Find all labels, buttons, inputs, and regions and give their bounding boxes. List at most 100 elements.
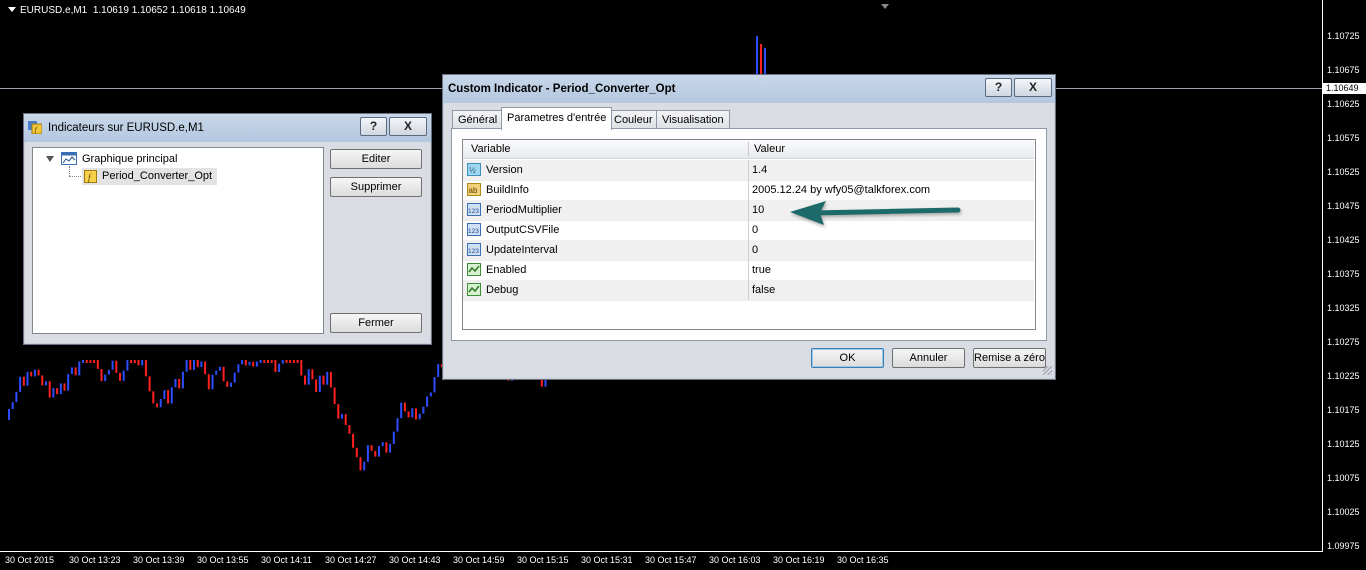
candle	[760, 44, 762, 74]
help-button[interactable]: ?	[360, 117, 387, 136]
candle	[403, 402, 406, 412]
parameter-value[interactable]: 0	[752, 220, 758, 240]
candle	[341, 414, 343, 419]
candle	[422, 406, 425, 414]
reset-button[interactable]: Remise a zéro	[973, 348, 1046, 368]
ok-button[interactable]: OK	[811, 348, 884, 368]
custom-dialog-titlebar[interactable]: Custom Indicator - Period_Converter_Opt …	[443, 75, 1055, 103]
parameter-value[interactable]: 10	[752, 200, 764, 220]
price-tick-label: 1.10375	[1327, 269, 1360, 279]
parameter-row[interactable]: Debug false	[463, 280, 1034, 301]
help-button[interactable]: ?	[985, 78, 1012, 97]
tree-item-selected[interactable]: f Period_Converter_Opt	[82, 168, 217, 185]
parameter-name-cell[interactable]: ab BuildInfo	[463, 180, 749, 200]
tree-connector	[69, 166, 71, 176]
price-tick-label: 1.10275	[1327, 337, 1360, 347]
current-price-label: 1.10649	[1323, 83, 1366, 94]
parameter-value[interactable]: 0	[752, 240, 758, 260]
parameter-value[interactable]: 1.4	[752, 160, 767, 180]
tab-input-parameters[interactable]: Parametres d'entrée	[501, 107, 613, 130]
indicator-tree[interactable]: Graphique principal f Period_Converter_O…	[32, 147, 324, 334]
time-axis[interactable]	[0, 551, 1322, 552]
int-type-icon: 123	[467, 203, 481, 216]
candle	[189, 360, 192, 370]
tab-general[interactable]: Général	[452, 110, 504, 129]
svg-text:½: ½	[469, 166, 476, 175]
candle	[270, 360, 273, 363]
price-tick-label: 1.10625	[1327, 99, 1360, 109]
expand-triangle-icon[interactable]	[46, 156, 54, 162]
parameter-row[interactable]: ½ Version 1.4	[463, 160, 1034, 181]
time-tick-label: 30 Oct 13:39	[133, 555, 185, 565]
close-window-button[interactable]: Fermer	[330, 313, 422, 333]
candle	[193, 360, 195, 370]
parameter-name-cell[interactable]: Debug	[463, 280, 749, 300]
candle	[163, 390, 166, 399]
candle	[437, 364, 440, 378]
candle	[764, 48, 766, 74]
candle	[359, 457, 362, 471]
tree-root-label[interactable]: Graphique principal	[82, 153, 177, 165]
column-header-variable[interactable]: Variable	[471, 140, 511, 158]
edit-button[interactable]: Editer	[330, 149, 422, 169]
parameter-row[interactable]: Enabled true	[463, 260, 1034, 281]
cancel-button[interactable]: Annuler	[892, 348, 965, 368]
candle	[15, 391, 18, 403]
chart-shift-marker-icon[interactable]	[881, 4, 889, 9]
candle	[52, 388, 55, 398]
candle	[33, 369, 36, 377]
candle	[85, 360, 88, 363]
price-tick-label: 1.10425	[1327, 235, 1360, 245]
candle	[148, 376, 151, 392]
candle	[392, 431, 395, 444]
candle	[348, 425, 351, 434]
parameter-name-cell[interactable]: 123 UpdateInterval	[463, 240, 749, 260]
time-tick-label: 30 Oct 16:19	[773, 555, 825, 565]
tab-colors[interactable]: Couleur	[608, 110, 659, 129]
parameter-name-cell[interactable]: 123 PeriodMultiplier	[463, 200, 749, 220]
parameter-value[interactable]: false	[752, 280, 775, 300]
int-type-icon: 123	[467, 243, 481, 256]
parameter-name-cell[interactable]: ½ Version	[463, 160, 749, 180]
time-tick-label: 30 Oct 15:31	[581, 555, 633, 565]
candle	[45, 381, 47, 386]
column-header-value[interactable]: Valeur	[754, 140, 785, 158]
price-tick-label: 1.10025	[1327, 507, 1360, 517]
price-tick-label: 1.10125	[1327, 439, 1360, 449]
parameter-name: OutputCSVFile	[486, 224, 560, 236]
candle	[326, 371, 329, 385]
price-tick-label: 1.10725	[1327, 31, 1360, 41]
indicators-app-icon: f	[28, 121, 43, 135]
candle	[93, 360, 96, 363]
close-button[interactable]: X	[389, 117, 427, 136]
candle	[322, 375, 325, 385]
candle	[78, 361, 81, 376]
resize-grip-icon[interactable]	[1043, 366, 1052, 375]
candle	[540, 379, 543, 387]
string-type-icon: ab	[467, 183, 481, 196]
column-divider[interactable]	[748, 142, 749, 156]
parameter-name-cell[interactable]: Enabled	[463, 260, 749, 280]
close-button[interactable]: X	[1014, 78, 1052, 97]
candle	[152, 391, 155, 404]
parameter-name-cell[interactable]: 123 OutputCSVFile	[463, 220, 749, 240]
candle	[366, 445, 369, 462]
candle	[278, 363, 281, 373]
delete-button[interactable]: Supprimer	[330, 177, 422, 197]
indicators-window-titlebar[interactable]: f Indicateurs sur EURUSD.e,M1 ? X	[24, 114, 431, 142]
tab-visualization[interactable]: Visualisation	[656, 110, 730, 129]
indicators-window-title: Indicateurs sur EURUSD.e,M1	[48, 122, 204, 134]
time-tick-label: 30 Oct 14:27	[325, 555, 377, 565]
candle	[126, 360, 129, 371]
candle	[396, 418, 399, 432]
candle	[59, 383, 62, 395]
indicators-window: f Indicateurs sur EURUSD.e,M1 ? X Graphi…	[23, 113, 432, 345]
parameter-value[interactable]: true	[752, 260, 771, 280]
candle	[218, 366, 221, 371]
candle	[304, 375, 306, 385]
candle	[344, 414, 347, 426]
custom-dialog-title: Custom Indicator - Period_Converter_Opt	[448, 83, 676, 95]
parameter-row[interactable]: 123 UpdateInterval 0	[463, 240, 1034, 261]
chevron-down-icon[interactable]	[8, 7, 16, 12]
candle	[196, 360, 199, 368]
